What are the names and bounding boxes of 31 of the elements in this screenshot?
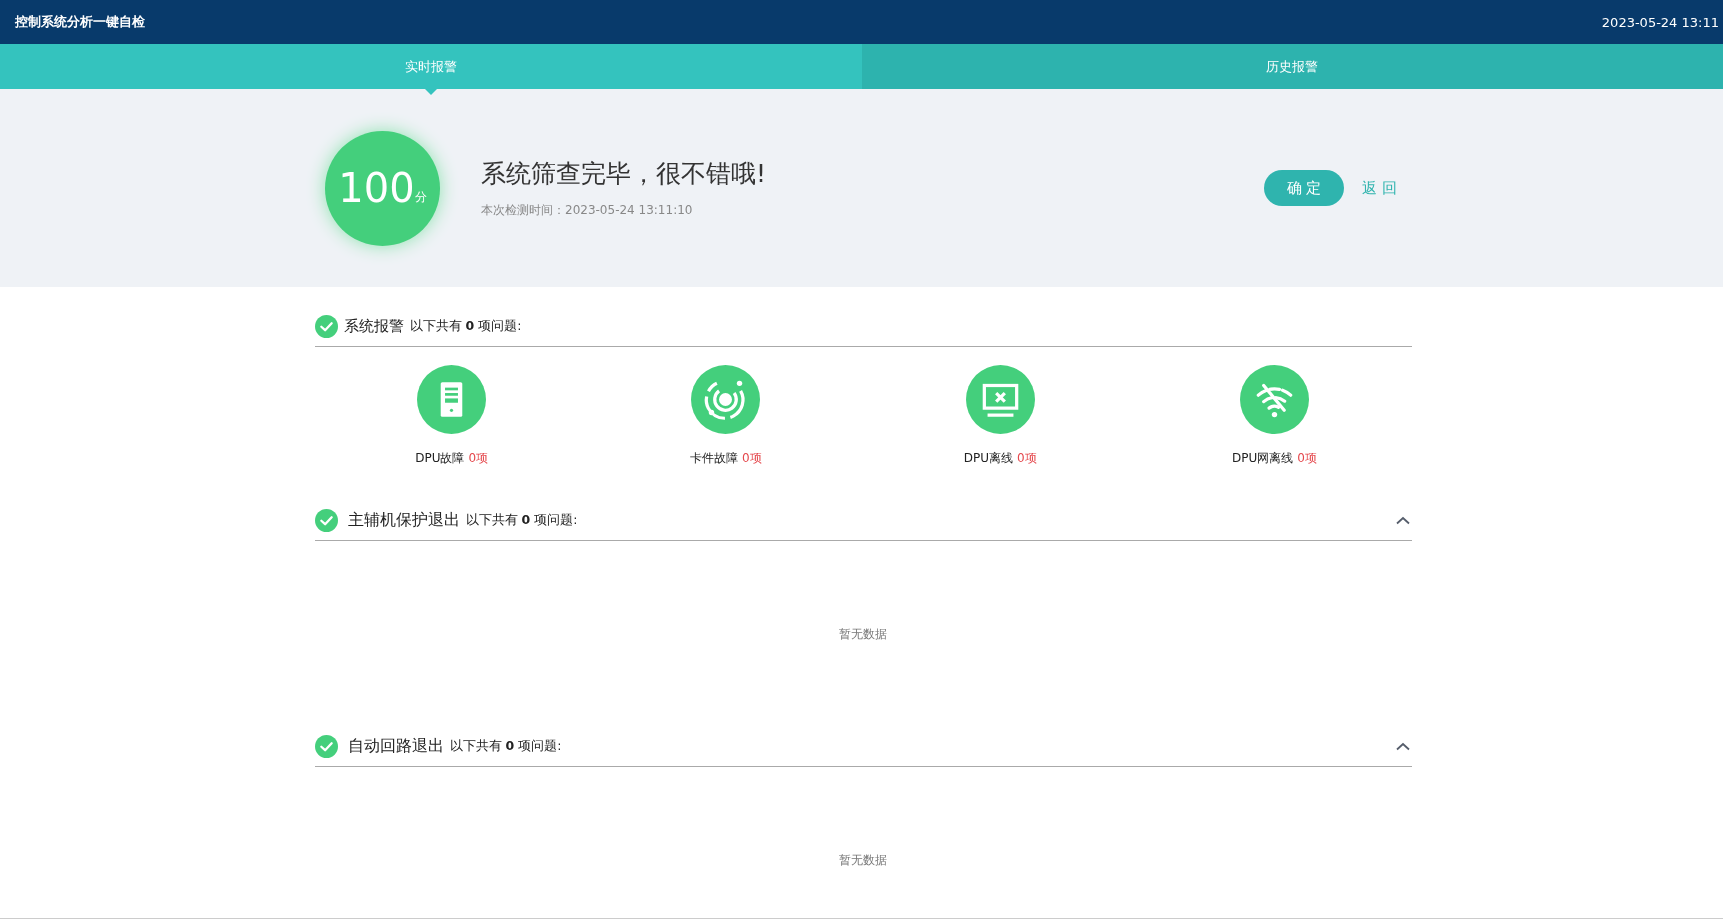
date-time: 2023-05-24 13:11 (1601, 14, 1719, 30)
tab[interactable]: 历史报警 (861, 44, 1723, 89)
section-title: 自动回路退出 (347, 736, 444, 757)
wifi-off-icon (1239, 365, 1309, 434)
section-title: 系统报警 (343, 317, 404, 336)
empty-message: 暂无数据 (839, 625, 887, 643)
alarm-label: DPU离线 (963, 450, 1013, 467)
confirm-button[interactable]: 确 定 (1264, 170, 1344, 206)
app-title: 控制系统分析一键自检 (15, 13, 145, 31)
server-icon (417, 365, 487, 434)
chevron-up-icon[interactable] (1395, 742, 1410, 751)
issue-summary: 以下共有 0 项问题: (409, 318, 522, 335)
section-title: 主辅机保护退出 (347, 510, 460, 531)
orbit-icon (691, 365, 761, 434)
check-time: 本次检测时间：2023-05-24 13:11:10 (481, 202, 694, 219)
score-unit: 分 (414, 189, 427, 206)
empty-message: 暂无数据 (839, 851, 887, 869)
back-link[interactable]: 返 回 (1354, 174, 1405, 202)
alarm-label: 卡件故障 (690, 450, 739, 467)
alarm-label: DPU故障 (415, 450, 465, 467)
issue-summary: 以下共有 0 项问题: (449, 738, 562, 755)
issue-summary: 以下共有 0 项问题: (465, 512, 578, 529)
monitor-error-icon (965, 365, 1035, 434)
chevron-up-icon[interactable] (1395, 516, 1410, 525)
alarm-count: 0项 (1016, 450, 1037, 467)
result-message: 系统筛查完毕，很不错哦! (481, 158, 768, 190)
score-value: 100 (338, 165, 415, 211)
alarm-count: 0项 (1297, 450, 1317, 467)
alarm-count: 0项 (742, 450, 762, 467)
alarm-count: 0项 (468, 450, 489, 467)
alarm-label: DPU网离线 (1231, 450, 1294, 467)
